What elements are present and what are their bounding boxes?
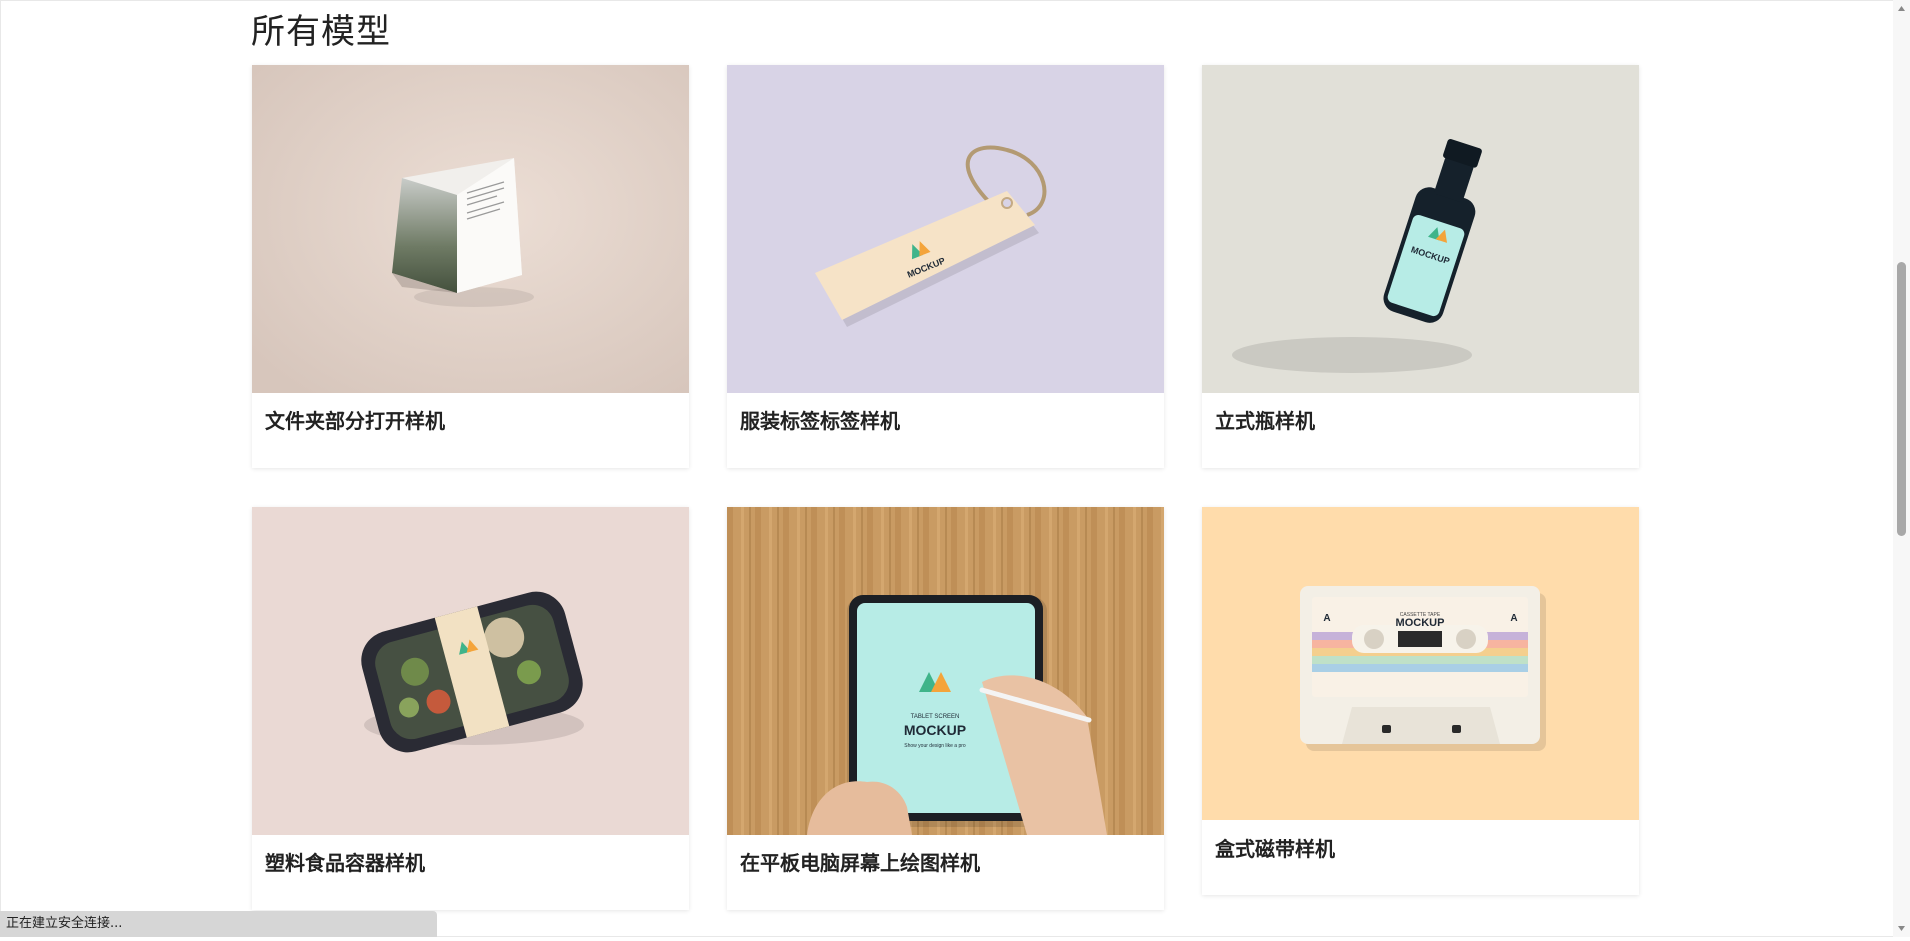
clothing-tag-mockup-image: MOCKUP [727,65,1164,393]
mockup-card-clothing-tag[interactable]: MOCKUP 服装标签标签样机 [727,65,1164,468]
section-title: 所有模型 [251,12,391,52]
mockup-thumbnail[interactable] [252,507,689,835]
scroll-down-arrow-icon[interactable] [1893,920,1910,937]
browser-status-bar: 正在建立安全连接... [0,911,437,937]
mockup-thumbnail[interactable]: MOCKUP [727,65,1164,393]
tablet-mockup-image: TABLET SCREEN MOCKUP Show your design li… [727,507,1164,835]
mockup-thumbnail[interactable]: MOCKUP [1202,65,1639,393]
cassette-mockup-image: CASSETTE TAPE MOCKUP A A [1202,507,1639,820]
food-container-mockup-image [252,507,689,835]
tablet-brand-text: MOCKUP [904,722,966,738]
mockup-thumbnail[interactable]: CASSETTE TAPE MOCKUP A A [1202,507,1639,820]
tablet-caption-text: TABLET SCREEN [911,714,960,720]
cassette-brand-text: MOCKUP [1396,617,1445,629]
mockup-title[interactable]: 立式瓶样机 [1215,405,1315,434]
cassette-side-right: A [1510,613,1517,624]
folder-mockup-image [252,65,689,393]
mockup-card-bottle[interactable]: MOCKUP 立式瓶样机 [1202,65,1639,468]
mockup-thumbnail[interactable] [252,65,689,393]
mockup-card-cassette[interactable]: CASSETTE TAPE MOCKUP A A 盒式磁带样机 [1202,507,1639,895]
mockup-title[interactable]: 盒式磁带样机 [1215,833,1335,862]
tablet-sub-text: Show your design like a pro [904,743,966,749]
mockup-card-food-container[interactable]: 塑料食品容器样机 [252,507,689,910]
mockup-thumbnail[interactable]: TABLET SCREEN MOCKUP Show your design li… [727,507,1164,835]
mockup-title[interactable]: 在平板电脑屏幕上绘图样机 [740,847,980,876]
mockup-title[interactable]: 文件夹部分打开样机 [265,405,445,434]
mockup-title[interactable]: 塑料食品容器样机 [265,847,425,876]
scroll-up-arrow-icon[interactable] [1893,0,1910,17]
vertical-scrollbar[interactable] [1893,0,1910,937]
mockup-card-tablet[interactable]: TABLET SCREEN MOCKUP Show your design li… [727,507,1164,910]
scrollbar-thumb[interactable] [1897,262,1906,536]
mockup-title[interactable]: 服装标签标签样机 [740,405,900,434]
cassette-side-left: A [1323,613,1330,624]
bottle-mockup-image: MOCKUP [1202,65,1639,393]
mockup-card-folder[interactable]: 文件夹部分打开样机 [252,65,689,468]
